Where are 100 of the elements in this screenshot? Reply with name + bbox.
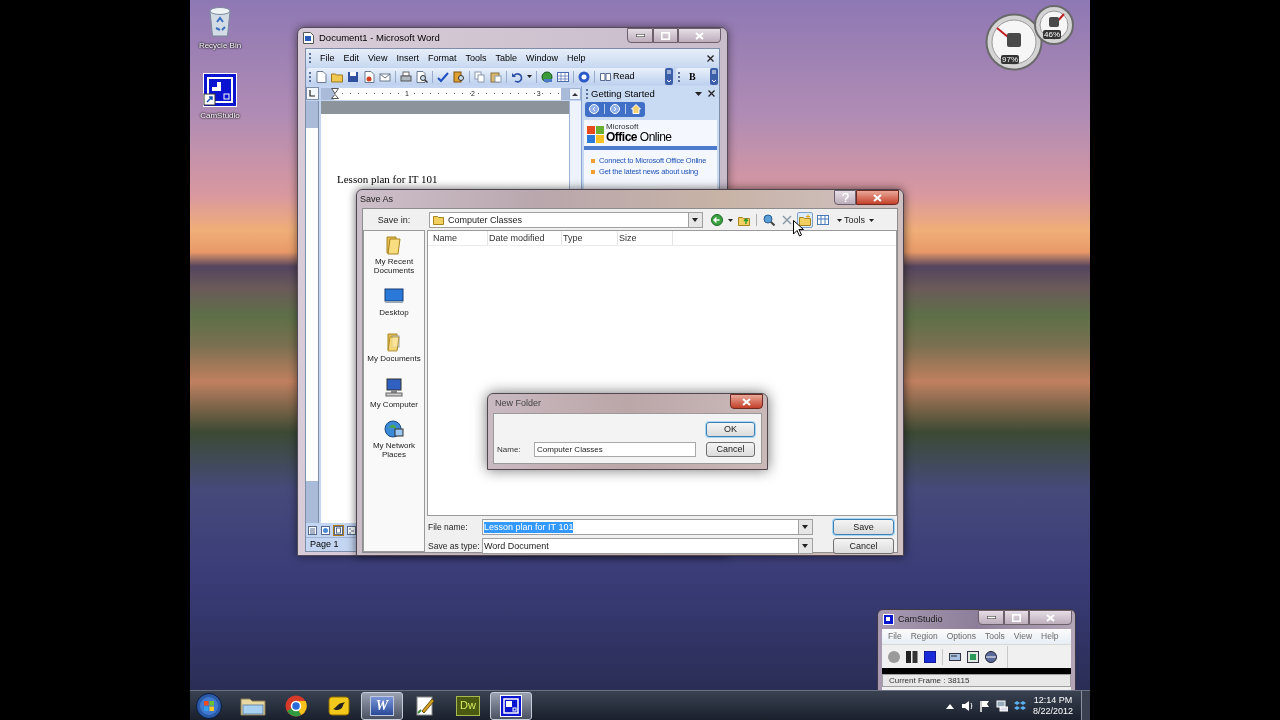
- framed-squares-shortcut-icon[interactable]: [203, 73, 237, 107]
- dialog-title: Save As: [359, 193, 394, 204]
- column-header[interactable]: Name: [432, 231, 488, 245]
- grid-view-icon: [817, 214, 829, 226]
- minimize-button[interactable]: [978, 610, 1004, 625]
- menu-item[interactable]: Edit: [343, 53, 360, 63]
- caret-icon[interactable]: [728, 218, 733, 222]
- close-button[interactable]: [678, 28, 721, 43]
- speaker-icon[interactable]: [960, 699, 973, 712]
- outline-view-icon: [347, 525, 356, 535]
- minimize-icon: [986, 616, 996, 619]
- view-button[interactable]: [346, 524, 357, 536]
- places-bar-item[interactable]: Desktop: [364, 278, 424, 324]
- menu-item[interactable]: View: [368, 53, 388, 63]
- close-button[interactable]: [1029, 610, 1072, 625]
- menu-item[interactable]: Region: [910, 632, 938, 641]
- menu-item[interactable]: Help: [566, 53, 586, 63]
- dialog-button[interactable]: Cancel: [706, 442, 755, 457]
- spelling-check-icon[interactable]: [437, 70, 449, 83]
- maximize-button[interactable]: [1004, 610, 1029, 625]
- menu-item[interactable]: Options: [946, 632, 976, 641]
- pause-icon[interactable]: [906, 650, 918, 663]
- column-header[interactable]: Size: [618, 231, 673, 245]
- taskbar-button[interactable]: W: [361, 691, 403, 720]
- caret-icon[interactable]: [695, 91, 702, 96]
- home-icon[interactable]: [631, 104, 641, 114]
- toolbar-options-icon[interactable]: [665, 68, 673, 85]
- menu-item[interactable]: Window: [525, 53, 558, 63]
- view-button[interactable]: [333, 524, 344, 536]
- menu-item[interactable]: File: [888, 632, 902, 641]
- back-icon[interactable]: [589, 104, 599, 114]
- menu-item[interactable]: Help: [1041, 632, 1059, 641]
- close-icon[interactable]: [708, 90, 715, 97]
- column-header[interactable]: Type: [562, 231, 618, 245]
- stop-icon[interactable]: [924, 650, 936, 663]
- view-button[interactable]: [320, 524, 331, 536]
- close-icon[interactable]: [707, 54, 714, 62]
- recycle-bin-icon[interactable]: [207, 5, 233, 37]
- file-type-dropdown[interactable]: Word Document: [482, 538, 813, 554]
- new-document-icon[interactable]: [315, 70, 327, 83]
- name-field[interactable]: Computer Classes: [534, 442, 696, 457]
- globe-icon[interactable]: [985, 650, 997, 663]
- bold-button[interactable]: B: [686, 69, 699, 84]
- menu-item[interactable]: Insert: [396, 53, 419, 63]
- menu-item[interactable]: View: [1013, 632, 1033, 641]
- save-in-dropdown[interactable]: Computer Classes: [429, 212, 703, 228]
- logo-tile: W: [370, 695, 394, 716]
- table-icon[interactable]: [557, 70, 569, 83]
- maximize-button[interactable]: [653, 28, 678, 43]
- help-icon[interactable]: [578, 70, 590, 83]
- flag-icon[interactable]: [978, 699, 991, 712]
- tools-menu-button[interactable]: Tools: [837, 215, 874, 225]
- close-button[interactable]: [856, 190, 899, 205]
- print-icon[interactable]: [400, 70, 412, 83]
- dialog-button[interactable]: Cancel: [833, 538, 894, 554]
- places-bar-item[interactable]: My Documents: [364, 324, 424, 370]
- menu-item[interactable]: File: [320, 53, 335, 63]
- start-button[interactable]: [195, 691, 223, 720]
- paste-icon[interactable]: [490, 70, 502, 83]
- places-bar-item[interactable]: My Recent Documents: [364, 232, 424, 278]
- toolbar-button[interactable]: [761, 212, 777, 228]
- print-preview-icon[interactable]: [416, 70, 428, 83]
- column-header[interactable]: Date modified: [488, 231, 562, 245]
- help-icon: [841, 193, 849, 202]
- view-button[interactable]: [307, 524, 318, 536]
- forward-icon[interactable]: [610, 104, 620, 114]
- undo-icon[interactable]: [511, 70, 523, 83]
- taskbar-button[interactable]: Dw: [447, 691, 489, 720]
- minimize-button[interactable]: [627, 28, 653, 43]
- diamond-pattern-icon[interactable]: [1013, 699, 1026, 712]
- close-button[interactable]: [730, 394, 763, 409]
- read-button[interactable]: Read: [599, 69, 636, 84]
- taskbar-button[interactable]: [490, 691, 532, 720]
- permission-icon[interactable]: [363, 70, 375, 83]
- menu-item[interactable]: Format: [427, 53, 457, 63]
- toolbar-options-icon[interactable]: [710, 68, 718, 85]
- gauge-reading: 46%: [1043, 30, 1061, 39]
- caret-up-icon[interactable]: [945, 702, 954, 709]
- caret-icon[interactable]: [527, 75, 532, 78]
- dialog-button[interactable]: Save: [833, 519, 894, 535]
- globe-icon[interactable]: [541, 70, 553, 83]
- open-folder-icon[interactable]: [331, 70, 343, 83]
- scroll-up-icon[interactable]: [569, 87, 581, 100]
- window-title: CamStudio: [898, 615, 943, 624]
- email-icon[interactable]: [379, 70, 391, 83]
- indent-marker-icon[interactable]: [331, 87, 339, 100]
- menu-item[interactable]: Tools: [984, 632, 1005, 641]
- menu-item[interactable]: Tools: [465, 53, 487, 63]
- screen-icon[interactable]: [949, 650, 961, 663]
- tab-selector-icon[interactable]: [306, 87, 319, 100]
- picture-icon[interactable]: [967, 650, 979, 663]
- places-bar-item[interactable]: My Network Places: [364, 416, 424, 462]
- menu-item[interactable]: Table: [495, 53, 517, 63]
- dialog-button[interactable]: OK: [706, 422, 755, 437]
- network-icon[interactable]: [995, 699, 1008, 712]
- help-button[interactable]: [834, 190, 856, 205]
- places-bar-item[interactable]: My Computer: [364, 370, 424, 416]
- show-desktop-button[interactable]: [1081, 691, 1090, 720]
- clock[interactable]: 12:14 PM 8/22/2012: [1030, 694, 1075, 717]
- research-icon[interactable]: [453, 70, 465, 83]
